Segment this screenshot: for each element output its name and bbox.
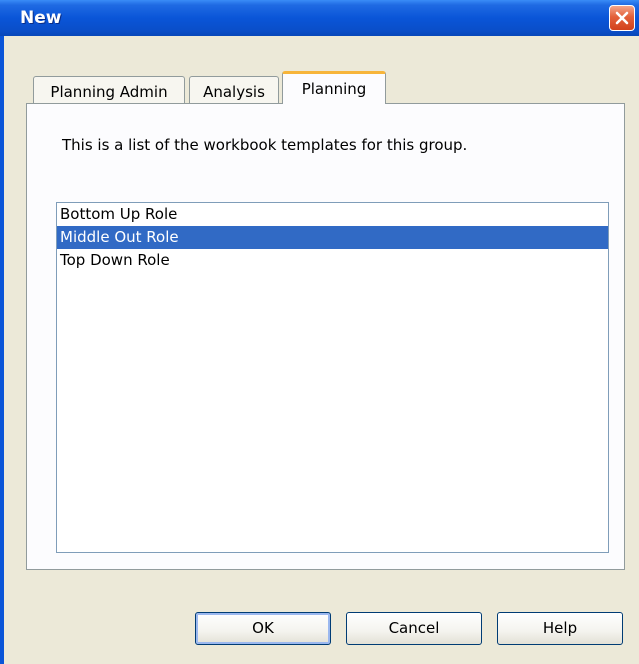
close-icon	[615, 11, 629, 25]
templates-listbox[interactable]: Bottom Up Role Middle Out Role Top Down …	[56, 202, 609, 553]
tab-panel-planning: This is a list of the workbook templates…	[26, 103, 625, 570]
list-item[interactable]: Top Down Role	[57, 249, 608, 272]
window-frame-left	[0, 36, 4, 664]
help-button[interactable]: Help	[497, 612, 623, 645]
ok-button[interactable]: OK	[195, 612, 331, 645]
tab-analysis[interactable]: Analysis	[189, 76, 279, 104]
window-title: New	[20, 8, 62, 28]
tab-label: Planning Admin	[50, 83, 168, 101]
close-button[interactable]	[609, 5, 635, 31]
tab-label: Planning	[301, 80, 367, 98]
cancel-button[interactable]: Cancel	[346, 612, 482, 645]
tab-planning-admin[interactable]: Planning Admin	[33, 76, 185, 104]
title-bar[interactable]: New	[0, 0, 639, 36]
tab-label: Analysis	[203, 83, 265, 101]
list-item-selected[interactable]: Middle Out Role	[57, 226, 608, 249]
panel-description: This is a list of the workbook templates…	[62, 136, 468, 154]
list-item[interactable]: Bottom Up Role	[57, 203, 608, 226]
tab-planning[interactable]: Planning	[282, 71, 386, 104]
